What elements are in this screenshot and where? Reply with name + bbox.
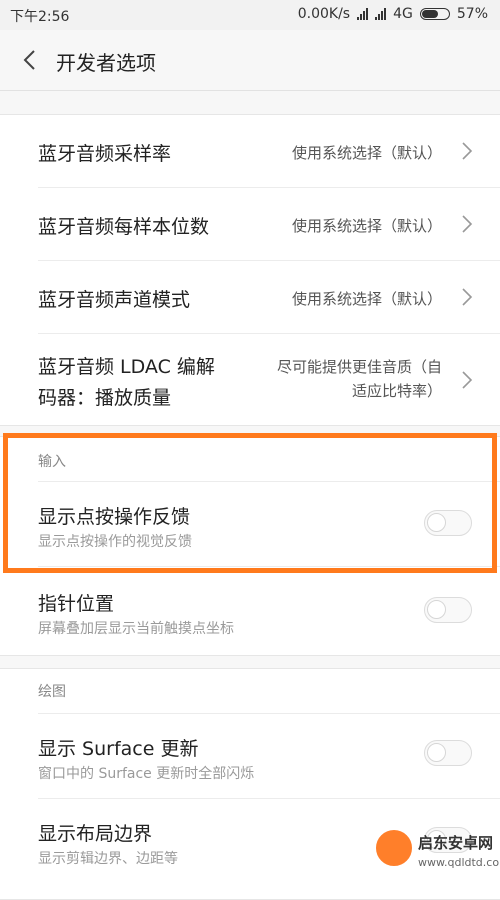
watermark-url: www.qdldtd.com (418, 856, 500, 869)
row-value-line2: 适应比特率） (351, 382, 442, 400)
bt-channel-mode-row[interactable]: 蓝牙音频声道模式 使用系统选择（默认） (0, 261, 500, 333)
row-label: 蓝牙音频采样率 (38, 143, 172, 165)
watermark-title: 启东安卓网 (418, 834, 494, 852)
highlight-box (3, 433, 497, 573)
chevron-right-icon (462, 371, 473, 389)
row-description: 显示剪辑边界、边距等 (38, 851, 178, 867)
row-value: 使用系统选择（默认） (291, 144, 442, 162)
show-surface-updates-row[interactable]: 显示 Surface 更新 窗口中的 Surface 更新时全部闪烁 (0, 714, 500, 798)
row-label-line1: 蓝牙音频 LDAC 编解 (38, 356, 215, 378)
chevron-right-icon (462, 215, 473, 233)
row-label: 显示 Surface 更新 (38, 738, 199, 760)
watermark-logo-icon (374, 828, 414, 868)
app-header: 开发者选项 (0, 30, 500, 91)
battery-icon (419, 8, 450, 20)
row-value: 使用系统选择（默认） (291, 217, 442, 235)
row-label: 指针位置 (38, 593, 115, 615)
network-speed: 0.00K/s (297, 6, 351, 22)
section-header-drawing: 绘图 (38, 684, 66, 700)
status-bar: 下午2:56 0.00K/s 4G 57% (0, 0, 500, 30)
row-label-line2: 码器：播放质量 (38, 387, 172, 409)
bluetooth-group: 蓝牙音频采样率 使用系统选择（默认） 蓝牙音频每样本位数 使用系统选择（默认） … (0, 114, 500, 426)
row-value: 使用系统选择（默认） (291, 290, 442, 308)
watermark: 启东安卓网 www.qdldtd.com (374, 826, 500, 889)
bt-sample-rate-row[interactable]: 蓝牙音频采样率 使用系统选择（默认） (0, 115, 500, 187)
pointer-location-toggle[interactable] (424, 597, 472, 623)
bt-bits-per-sample-row[interactable]: 蓝牙音频每样本位数 使用系统选择（默认） (0, 188, 500, 260)
status-right: 0.00K/s 4G 57% (298, 6, 488, 22)
row-label: 蓝牙音频每样本位数 (38, 216, 210, 238)
back-icon[interactable] (18, 47, 44, 73)
row-value-line1: 尽可能提供更佳音质（自 (276, 358, 442, 376)
chevron-right-icon (462, 142, 473, 160)
signal-icon-2 (375, 8, 387, 20)
status-time: 下午2:56 (10, 9, 70, 25)
signal-icon (357, 8, 369, 20)
row-label: 显示布局边界 (38, 823, 153, 845)
row-description: 屏幕叠加层显示当前触摸点坐标 (38, 621, 234, 637)
battery-percent: 57% (456, 6, 488, 22)
network-type: 4G (393, 6, 413, 22)
page-title: 开发者选项 (56, 51, 156, 75)
pointer-location-row[interactable]: 指针位置 屏幕叠加层显示当前触摸点坐标 (0, 567, 500, 654)
chevron-right-icon (462, 288, 473, 306)
show-surface-updates-toggle[interactable] (424, 740, 472, 766)
row-description: 窗口中的 Surface 更新时全部闪烁 (38, 766, 255, 782)
bt-ldac-quality-row[interactable]: 蓝牙音频 LDAC 编解 码器：播放质量 尽可能提供更佳音质（自 适应比特率） (0, 334, 500, 425)
row-label: 蓝牙音频声道模式 (38, 289, 191, 311)
